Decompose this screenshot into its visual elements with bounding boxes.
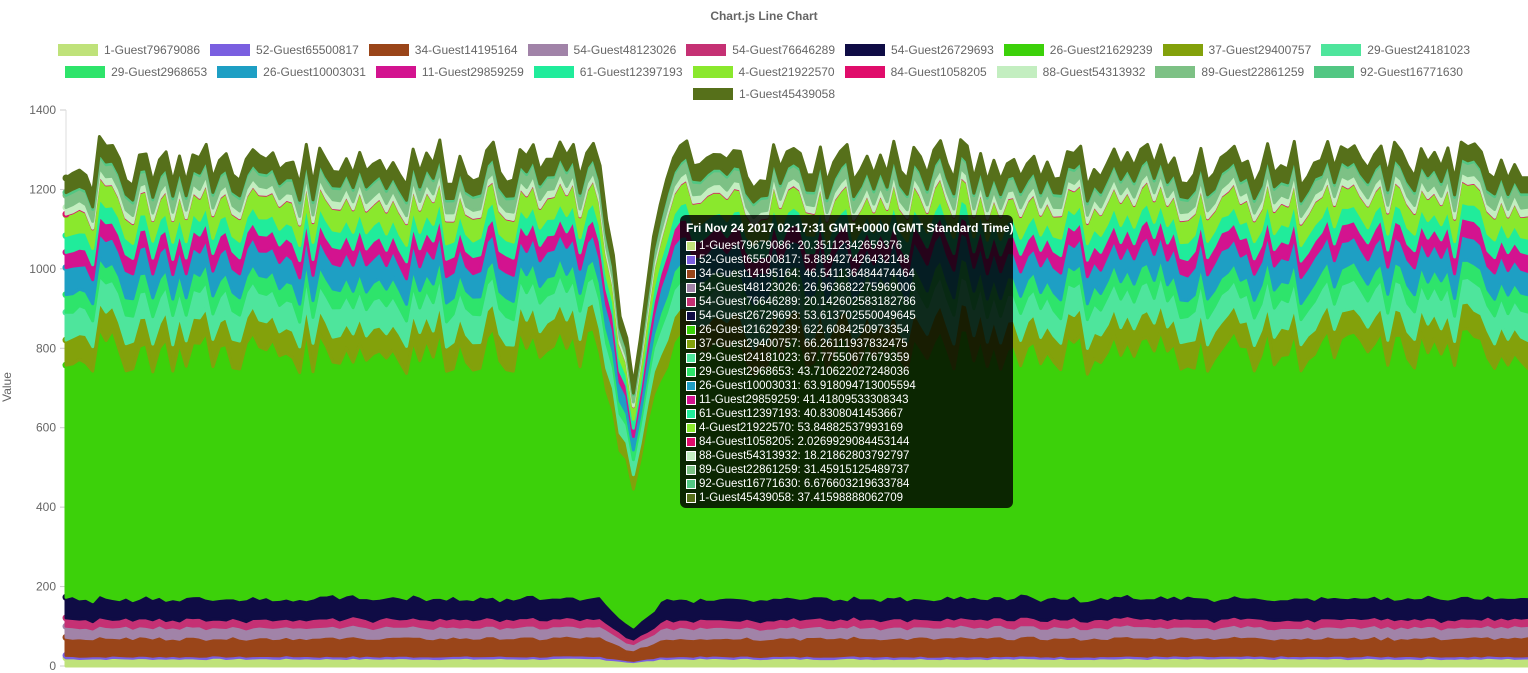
tooltip-label: 54-Guest48123026: 26.963682275969006 — [699, 282, 916, 294]
tooltip-label: 4-Guest21922570: 53.84882537993169 — [699, 422, 903, 434]
chart-tooltip: Fri Nov 24 2017 02:17:31 GMT+0000 (GMT S… — [680, 215, 1014, 508]
tooltip-swatch — [686, 339, 696, 349]
tooltip-label: 52-Guest65500817: 5.889427426432148 — [699, 254, 910, 266]
tooltip-row: 54-Guest48123026: 26.963682275969006 — [686, 281, 1007, 295]
tooltip-row: 92-Guest16771630: 6.676603219633784 — [686, 477, 1007, 491]
tooltip-row: 37-Guest29400757: 66.26111937832475 — [686, 337, 1007, 351]
tooltip-label: 29-Guest2968653: 43.710622027248036 — [699, 366, 910, 378]
tooltip-swatch — [686, 465, 696, 475]
tooltip-swatch — [686, 241, 696, 251]
tooltip-swatch — [686, 395, 696, 405]
tooltip-label: 11-Guest29859259: 41.41809533308343 — [699, 394, 909, 406]
y-tick-label: 1400 — [29, 103, 56, 117]
y-tick-label: 400 — [36, 500, 56, 514]
y-tick-label: 600 — [36, 421, 56, 435]
y-tick-label: 200 — [36, 580, 56, 594]
tooltip-swatch — [686, 255, 696, 265]
tooltip-label: 84-Guest1058205: 2.0269929084453144 — [699, 436, 910, 448]
tooltip-label: 54-Guest26729693: 53.613702550049645 — [699, 310, 916, 322]
tooltip-row: 1-Guest45439058: 37.41598888062709 — [686, 491, 1007, 505]
tooltip-row: 89-Guest22861259: 31.45915125489737 — [686, 463, 1007, 477]
tooltip-row: 34-Guest14195164: 46.541136484474464 — [686, 267, 1007, 281]
tooltip-row: 26-Guest10003031: 63.918094713005594 — [686, 379, 1007, 393]
tooltip-row: 1-Guest79679086: 20.35112342659376 — [686, 239, 1007, 253]
tooltip-swatch — [686, 283, 696, 293]
tooltip-label: 37-Guest29400757: 66.26111937832475 — [699, 338, 908, 350]
tooltip-label: 88-Guest54313932: 18.21862803792797 — [699, 450, 910, 462]
tooltip-swatch — [686, 269, 696, 279]
series-point[interactable] — [62, 174, 70, 182]
tooltip-row: 11-Guest29859259: 41.41809533308343 — [686, 393, 1007, 407]
y-tick-label: 1000 — [29, 262, 56, 276]
tooltip-row: 29-Guest24181023: 67.77550677679359 — [686, 351, 1007, 365]
tooltip-swatch — [686, 325, 696, 335]
tooltip-row: 52-Guest65500817: 5.889427426432148 — [686, 253, 1007, 267]
tooltip-swatch — [686, 437, 696, 447]
tooltip-title: Fri Nov 24 2017 02:17:31 GMT+0000 (GMT S… — [686, 221, 1014, 235]
y-tick-label: 0 — [49, 659, 56, 673]
tooltip-swatch — [686, 381, 696, 391]
tooltip-label: 26-Guest21629239: 622.6084250973354 — [699, 324, 910, 336]
tooltip-label: 1-Guest79679086: 20.35112342659376 — [699, 240, 903, 252]
tooltip-swatch — [686, 311, 696, 321]
y-axis-label: Value — [0, 372, 14, 402]
tooltip-row: 54-Guest76646289: 20.142602583182786 — [686, 295, 1007, 309]
tooltip-swatch — [686, 297, 696, 307]
tooltip-swatch — [686, 353, 696, 363]
tooltip-label: 1-Guest45439058: 37.41598888062709 — [699, 492, 903, 504]
tooltip-label: 26-Guest10003031: 63.918094713005594 — [699, 380, 916, 392]
tooltip-swatch — [686, 479, 696, 489]
tooltip-swatch — [686, 367, 696, 377]
tooltip-row: 26-Guest21629239: 622.6084250973354 — [686, 323, 1007, 337]
tooltip-label: 54-Guest76646289: 20.142602583182786 — [699, 296, 916, 308]
y-tick-label: 1200 — [29, 182, 56, 196]
tooltip-label: 89-Guest22861259: 31.45915125489737 — [699, 464, 910, 476]
tooltip-row: 29-Guest2968653: 43.710622027248036 — [686, 365, 1007, 379]
tooltip-row: 84-Guest1058205: 2.0269929084453144 — [686, 435, 1007, 449]
tooltip-row: 61-Guest12397193: 40.8308041453667 — [686, 407, 1007, 421]
tooltip-label: 34-Guest14195164: 46.541136484474464 — [699, 268, 915, 280]
tooltip-label: 29-Guest24181023: 67.77550677679359 — [699, 352, 910, 364]
tooltip-row: 4-Guest21922570: 53.84882537993169 — [686, 421, 1007, 435]
tooltip-row: 88-Guest54313932: 18.21862803792797 — [686, 449, 1007, 463]
tooltip-swatch — [686, 493, 696, 503]
tooltip-swatch — [686, 451, 696, 461]
tooltip-swatch — [686, 409, 696, 419]
tooltip-label: 61-Guest12397193: 40.8308041453667 — [699, 408, 903, 420]
tooltip-row: 54-Guest26729693: 53.613702550049645 — [686, 309, 1007, 323]
tooltip-swatch — [686, 423, 696, 433]
y-tick-label: 800 — [36, 341, 56, 355]
tooltip-label: 92-Guest16771630: 6.676603219633784 — [699, 478, 910, 490]
